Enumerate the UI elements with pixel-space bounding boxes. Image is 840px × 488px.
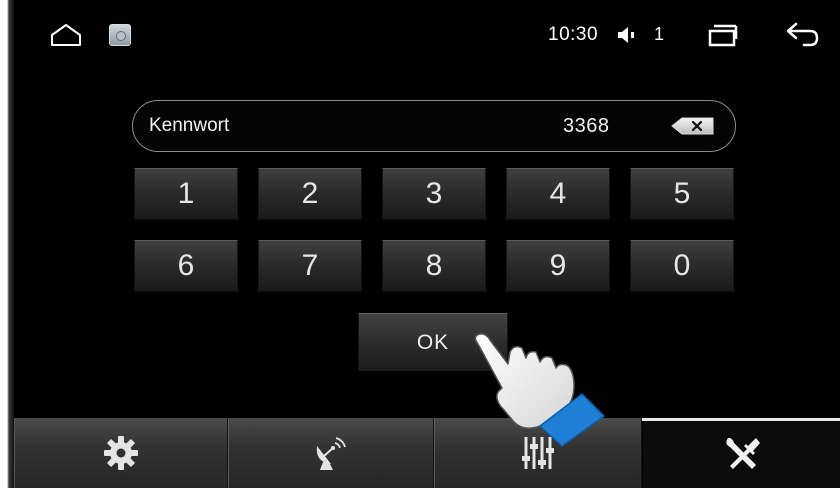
hand-cursor-icon: [464, 330, 614, 450]
backspace-icon[interactable]: [670, 115, 716, 137]
volume-level: 1: [654, 24, 665, 44]
key-0[interactable]: 0: [630, 240, 734, 292]
key-4[interactable]: 4: [506, 168, 610, 220]
tools-icon: [725, 437, 760, 469]
key-5[interactable]: 5: [630, 168, 734, 220]
key-7[interactable]: 7: [258, 240, 362, 292]
password-label: Kennwort: [149, 115, 230, 136]
device-bezel: [0, 0, 14, 488]
status-clock: 10:30: [548, 24, 599, 45]
head-unit-screen: 10:30 1 Kennwort 3368 1 2 3 4 5 6 7 8 9 …: [14, 0, 840, 488]
tab-navigation[interactable]: [228, 418, 434, 488]
password-field[interactable]: Kennwort 3368: [132, 100, 736, 152]
active-tab-indicator: [642, 418, 840, 421]
bottom-tab-bar: [14, 418, 840, 488]
home-icon[interactable]: [49, 22, 83, 48]
key-8[interactable]: 8: [382, 240, 486, 292]
key-9[interactable]: 9: [506, 240, 610, 292]
back-arrow-icon[interactable]: [784, 18, 822, 50]
status-bar: 10:30 1: [14, 0, 840, 66]
tab-settings[interactable]: [14, 418, 228, 488]
key-3[interactable]: 3: [382, 168, 486, 220]
key-1[interactable]: 1: [134, 168, 238, 220]
satellite-dish-icon: [316, 437, 346, 470]
gear-icon: [104, 436, 138, 470]
tab-tools[interactable]: [642, 418, 840, 488]
key-2[interactable]: 2: [258, 168, 362, 220]
key-6[interactable]: 6: [134, 240, 238, 292]
password-value: 3368: [563, 115, 610, 137]
settings-app-icon[interactable]: [109, 24, 131, 46]
speaker-icon: [616, 25, 638, 45]
recent-apps-icon[interactable]: [706, 22, 740, 48]
